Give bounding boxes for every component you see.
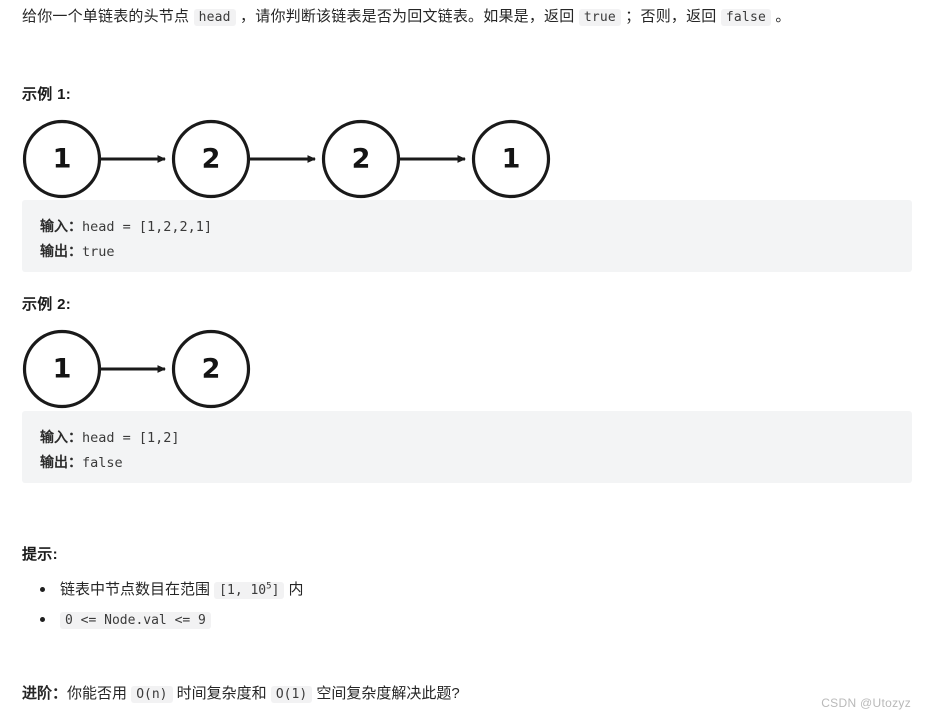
watermark: CSDN @Utozyz (821, 696, 911, 710)
inline-code-false: false (720, 9, 772, 26)
problem-description: 给你一个单链表的头节点 head ，请你判断该链表是否为回文链表。如果是，返回 … (22, 4, 912, 31)
inline-code-node-count-range: [1, 105] (214, 582, 285, 599)
bullet-icon (40, 617, 45, 622)
linked-list-diagram-2: 1 2 (22, 329, 272, 409)
intro-text-part3: ；否则，返回 (620, 8, 721, 25)
bullet-icon (40, 587, 45, 592)
inline-code-space-complexity: O(1) (270, 686, 313, 703)
intro-text-part4: 。 (771, 8, 791, 25)
input-label: 输入： (40, 218, 82, 234)
follow-up-label: 进阶： (22, 685, 68, 702)
follow-up-part3: 空间复杂度解决此题? (312, 685, 460, 702)
hint-1-text-before: 链表中节点数目在范围 (60, 581, 215, 598)
node-value: 1 (53, 354, 72, 385)
example-2-title: 示例 2: (22, 296, 72, 313)
output-label: 输出： (40, 454, 82, 470)
example-1-output-line: 输出：true (40, 239, 894, 264)
example-2-io-block: 输入：head = [1,2] 输出：false (22, 411, 912, 483)
inline-code-time-complexity: O(n) (131, 686, 173, 703)
intro-text-part1: 给你一个单链表的头节点 (22, 8, 194, 25)
linked-list-diagram-1: 1 2 2 1 (22, 119, 582, 199)
example-1-io-block: 输入：head = [1,2,2,1] 输出：true (22, 200, 912, 272)
hint-item-2: 0 <= Node.val <= 9 (22, 605, 822, 635)
follow-up-part1: 你能否用 (67, 685, 132, 702)
hint-1-text-after: 内 (284, 581, 304, 598)
input-value: head = [1,2,2,1] (82, 219, 213, 235)
output-value: true (82, 244, 115, 260)
follow-up-part2: 时间复杂度和 (172, 685, 271, 702)
follow-up-section: 进阶：你能否用 O(n) 时间复杂度和 O(1) 空间复杂度解决此题? (22, 681, 460, 708)
inline-code-true: true (578, 9, 621, 26)
inline-code-node-val-range: 0 <= Node.val <= 9 (60, 612, 211, 629)
input-value: head = [1,2] (82, 430, 180, 446)
example-1-title: 示例 1: (22, 86, 72, 103)
input-label: 输入： (40, 429, 82, 445)
node-value: 1 (502, 144, 521, 175)
hint-item-1: 链表中节点数目在范围 [1, 105] 内 (22, 575, 822, 605)
node-value: 2 (202, 354, 221, 385)
hints-title: 提示: (22, 546, 58, 563)
hints-list: 链表中节点数目在范围 [1, 105] 内 0 <= Node.val <= 9 (22, 575, 822, 635)
node-value: 2 (352, 144, 371, 175)
node-value: 1 (53, 144, 72, 175)
intro-text-part2: ，请你判断该链表是否为回文链表。如果是，返回 (235, 8, 579, 25)
inline-code-head: head (193, 9, 236, 26)
output-value: false (82, 455, 123, 471)
range-tail: ] (271, 583, 280, 598)
example-2-output-line: 输出：false (40, 450, 894, 475)
range-base: [1, 10 (219, 583, 267, 598)
node-value: 2 (202, 144, 221, 175)
problem-page: 给你一个单链表的头节点 head ，请你判断该链表是否为回文链表。如果是，返回 … (0, 0, 925, 718)
example-1-input-line: 输入：head = [1,2,2,1] (40, 214, 894, 239)
example-2-input-line: 输入：head = [1,2] (40, 425, 894, 450)
output-label: 输出： (40, 243, 82, 259)
